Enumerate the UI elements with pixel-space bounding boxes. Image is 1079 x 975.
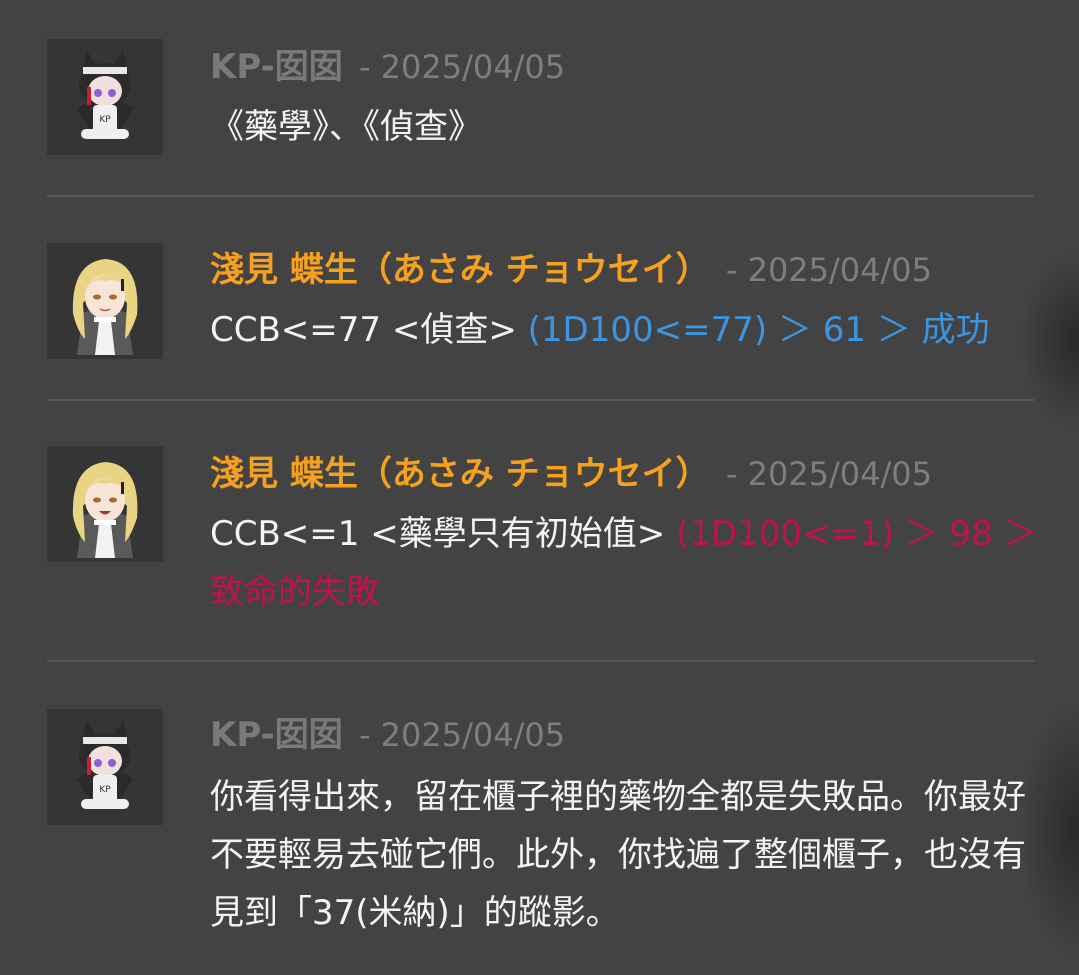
chat-message: KP KP-囡囡 - 2025/04/05 《藥學》、《偵查》 xyxy=(0,0,1079,196)
separator: - xyxy=(348,716,381,754)
chat-log: KP KP-囡囡 - 2025/04/05 《藥學》、《偵查》 淺見 蝶生（あさ… xyxy=(0,0,1079,975)
kp-avatar[interactable]: KP xyxy=(47,709,163,825)
message-date: 2025/04/05 xyxy=(747,251,933,289)
message-text: CCB<=77 <偵查> (1D100<=77) ＞ 61 ＞ 成功 xyxy=(210,301,1040,359)
dice-command: CCB<=1 <藥學只有初始值> xyxy=(210,514,677,554)
separator: - xyxy=(715,251,748,289)
chat-message: KP KP-囡囡 - 2025/04/05 你看得出來，留在櫃子裡的藥物全都是失… xyxy=(0,662,1079,975)
message-header: KP-囡囡 - 2025/04/05 xyxy=(210,715,565,755)
message-date: 2025/04/05 xyxy=(747,455,933,493)
author-name: 淺見 蝶生（あさみ チョウセイ） xyxy=(210,454,710,494)
player-avatar[interactable] xyxy=(47,446,163,562)
author-name: KP-囡囡 xyxy=(210,715,343,755)
message-header: 淺見 蝶生（あさみ チョウセイ） - 2025/04/05 xyxy=(210,250,932,290)
chat-message: 淺見 蝶生（あさみ チョウセイ） - 2025/04/05 CCB<=1 <藥學… xyxy=(0,401,1079,661)
message-date: 2025/04/05 xyxy=(380,716,566,754)
kp-cat-girl-avatar-icon: KP xyxy=(77,51,133,139)
message-text: 《藥學》、《偵查》 xyxy=(210,107,482,147)
svg-text:KP: KP xyxy=(99,785,111,795)
player-avatar[interactable] xyxy=(47,243,163,359)
dice-result-success: (1D100<=77) ＞ 61 ＞ 成功 xyxy=(527,310,990,350)
message-text: 你看得出來，留在櫃子裡的藥物全都是失敗品。你最好不要輕易去碰它們。此外，你找遍了… xyxy=(210,777,1026,933)
edge-shadow xyxy=(1019,700,1079,960)
message-header: KP-囡囡 - 2025/04/05 xyxy=(210,47,565,87)
blonde-character-avatar-icon xyxy=(72,259,138,355)
kp-avatar[interactable]: KP xyxy=(47,39,163,155)
separator: - xyxy=(715,455,748,493)
blonde-character-avatar-icon xyxy=(72,462,138,558)
message-text: CCB<=1 <藥學只有初始值> (1D100<=1) ＞ 98 ＞ 致命的失敗 xyxy=(210,505,1040,621)
author-name: KP-囡囡 xyxy=(210,47,343,87)
kp-cat-girl-avatar-icon: KP xyxy=(77,721,133,809)
message-header: 淺見 蝶生（あさみ チョウセイ） - 2025/04/05 xyxy=(210,454,932,494)
dice-command: CCB<=77 <偵查> xyxy=(210,310,528,350)
edge-shadow xyxy=(1019,250,1079,430)
author-name: 淺見 蝶生（あさみ チョウセイ） xyxy=(210,250,710,290)
separator: - xyxy=(348,48,381,86)
chat-message: 淺見 蝶生（あさみ チョウセイ） - 2025/04/05 CCB<=77 <偵… xyxy=(0,197,1079,399)
message-date: 2025/04/05 xyxy=(380,48,566,86)
svg-text:KP: KP xyxy=(99,115,111,125)
